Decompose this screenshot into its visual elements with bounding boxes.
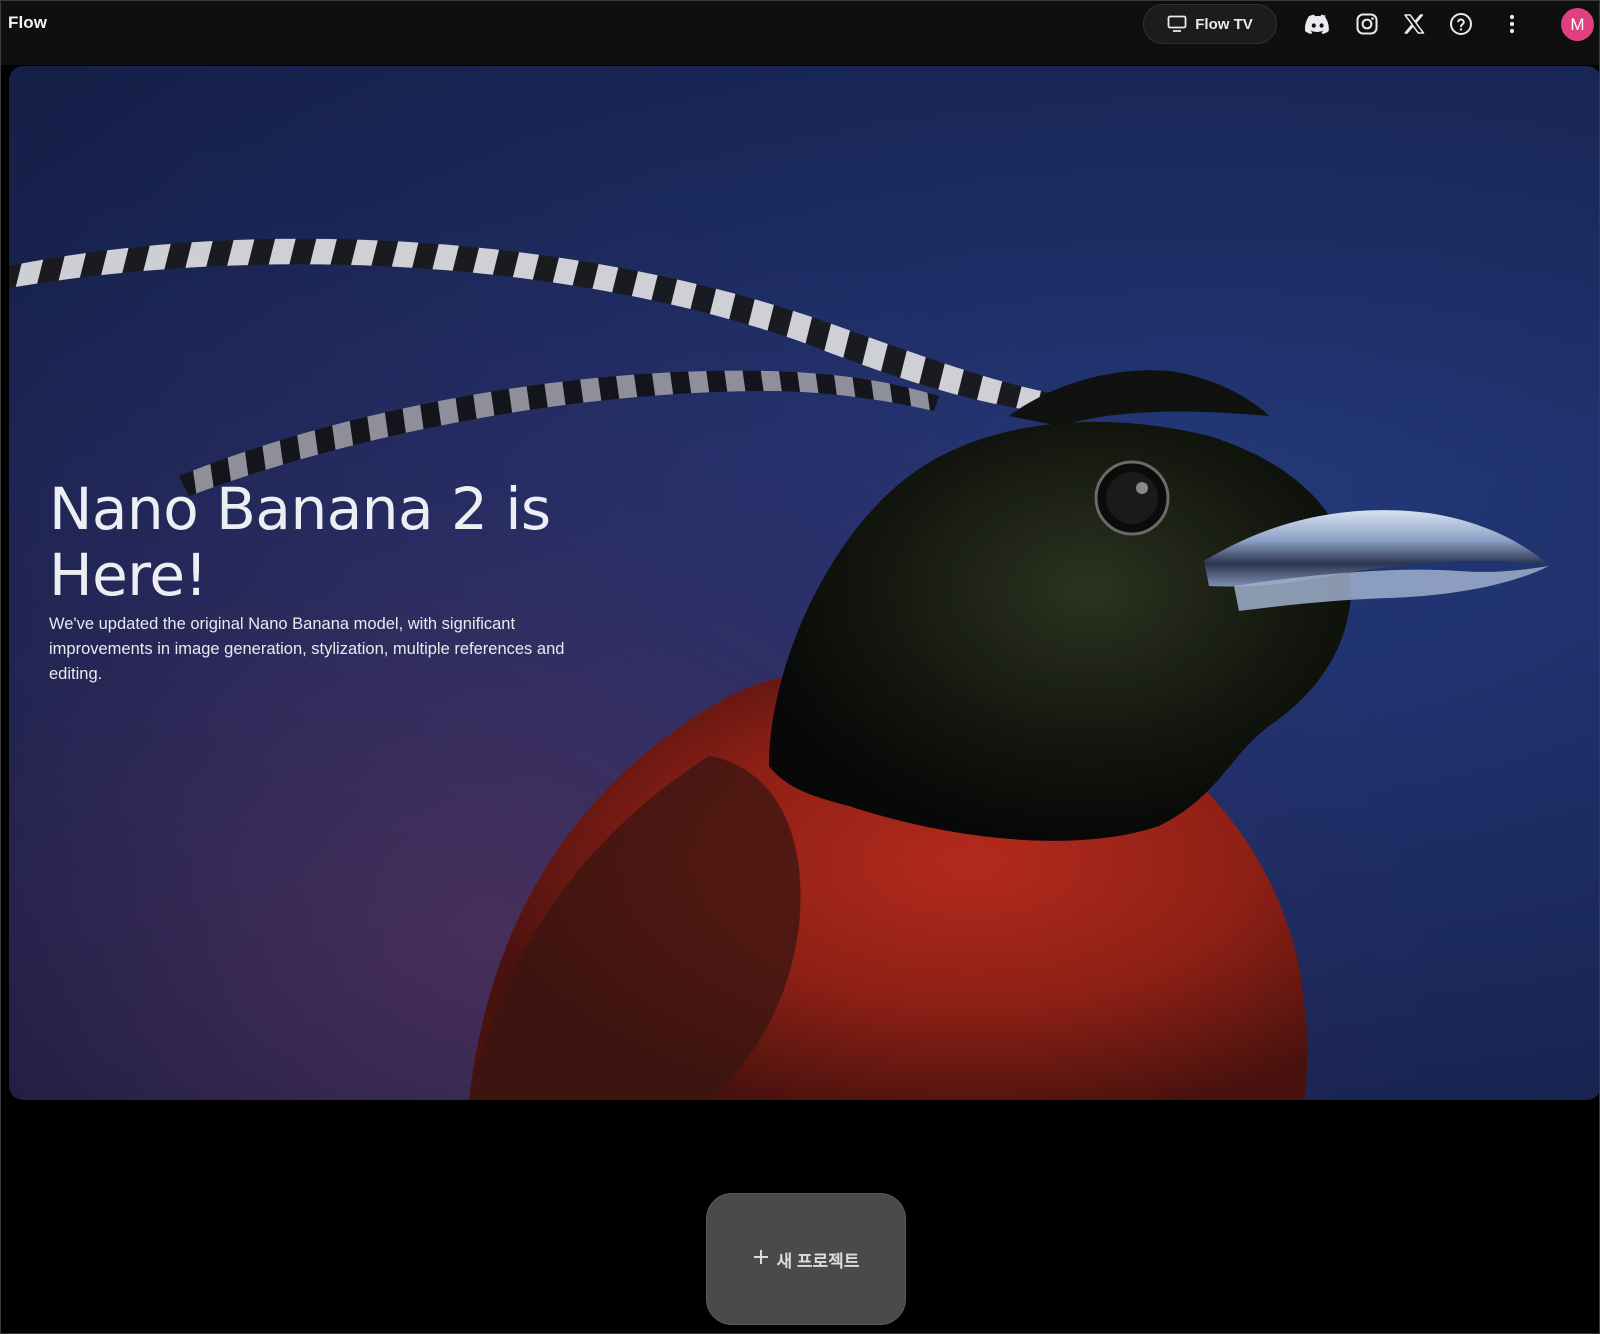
- top-bar: Flow Flow TV M: [1, 1, 1599, 65]
- flow-tv-label: Flow TV: [1195, 15, 1253, 33]
- brand-logo[interactable]: Flow: [8, 13, 47, 33]
- plus-icon: [753, 1249, 769, 1270]
- new-project-label: 새 프로젝트: [776, 1251, 860, 1271]
- new-project-button[interactable]: 새 프로젝트: [706, 1193, 906, 1325]
- instagram-icon[interactable]: [1350, 7, 1384, 41]
- avatar[interactable]: M: [1561, 8, 1594, 41]
- monitor-icon: [1167, 15, 1187, 33]
- more-vert-icon[interactable]: [1495, 7, 1529, 41]
- x-icon[interactable]: [1397, 7, 1431, 41]
- hero-title: Nano Banana 2 is Here!: [49, 475, 551, 609]
- discord-icon[interactable]: [1301, 7, 1335, 41]
- hero-description: We've updated the original Nano Banana m…: [49, 615, 565, 683]
- hero-banner[interactable]: Nano Banana 2 is Here! We've updated the…: [9, 66, 1599, 1100]
- help-icon[interactable]: [1444, 7, 1478, 41]
- app-window: Flow Flow TV M Nano Banana 2 is Here! We…: [0, 0, 1600, 1334]
- flow-tv-button[interactable]: Flow TV: [1143, 4, 1277, 44]
